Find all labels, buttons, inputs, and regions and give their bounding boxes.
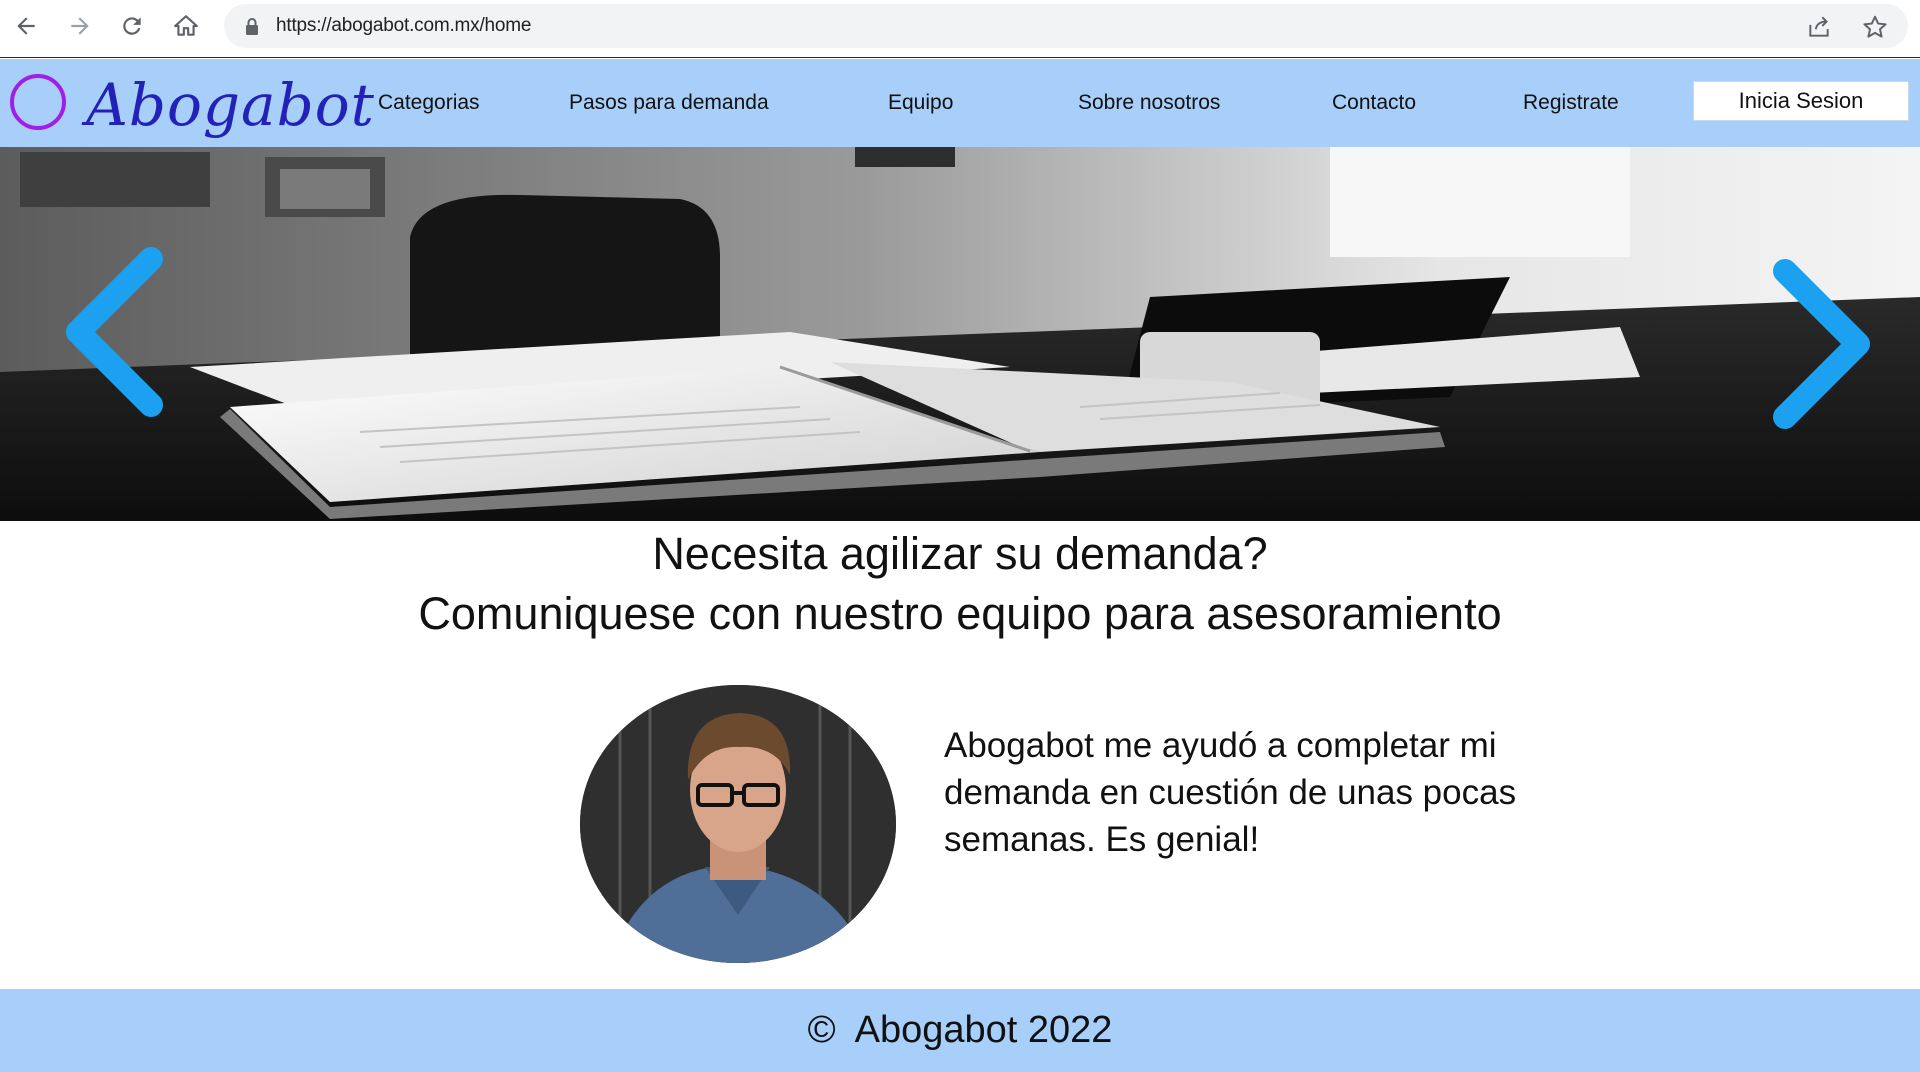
hero-image xyxy=(0,147,1920,521)
nav-categorias[interactable]: Categorias xyxy=(378,91,480,115)
hero-carousel xyxy=(0,147,1920,521)
star-icon[interactable] xyxy=(1862,14,1888,40)
copyright-text: © Abogabot 2022 xyxy=(807,1009,1113,1051)
address-bar[interactable]: https://abogabot.com.mx/home xyxy=(224,4,1908,48)
nav-registrate[interactable]: Registrate xyxy=(1523,91,1619,115)
site-header: Abogabot Categorias Pasos para demanda E… xyxy=(0,59,1920,147)
nav-contacto[interactable]: Contacto xyxy=(1332,91,1416,115)
testimonial-quote: Abogabot me ayudó a completar mi demanda… xyxy=(944,726,1517,859)
url-text: https://abogabot.com.mx/home xyxy=(276,15,532,36)
logo-circle-icon[interactable] xyxy=(10,74,66,130)
browser-toolbar: https://abogabot.com.mx/home xyxy=(0,0,1920,58)
person-photo xyxy=(580,685,896,963)
logo-text[interactable]: Abogabot xyxy=(86,71,375,139)
back-icon[interactable] xyxy=(10,10,42,42)
reload-icon[interactable] xyxy=(116,10,148,42)
nav-sobre-nosotros[interactable]: Sobre nosotros xyxy=(1078,91,1220,115)
chevron-left-icon xyxy=(66,247,163,417)
cta-headline: Necesita agilizar su demanda? Comuniques… xyxy=(0,524,1920,644)
lock-icon xyxy=(246,18,258,35)
login-button[interactable]: Inicia Sesion xyxy=(1693,81,1909,121)
share-icon[interactable] xyxy=(1806,14,1832,40)
site-footer: © Abogabot 2022 xyxy=(0,989,1920,1072)
home-icon[interactable] xyxy=(170,10,202,42)
forward-icon[interactable] xyxy=(64,10,96,42)
testimonial-avatar xyxy=(580,685,896,963)
carousel-next-button[interactable] xyxy=(1770,259,1880,429)
nav-pasos-para-demanda[interactable]: Pasos para demanda xyxy=(569,91,769,115)
chevron-right-icon xyxy=(1773,259,1870,429)
carousel-prev-button[interactable] xyxy=(56,247,166,417)
headline-line-2: Comuniquese con nuestro equipo para ases… xyxy=(418,588,1502,639)
headline-line-1: Necesita agilizar su demanda? xyxy=(652,528,1268,579)
nav-equipo[interactable]: Equipo xyxy=(888,91,953,115)
